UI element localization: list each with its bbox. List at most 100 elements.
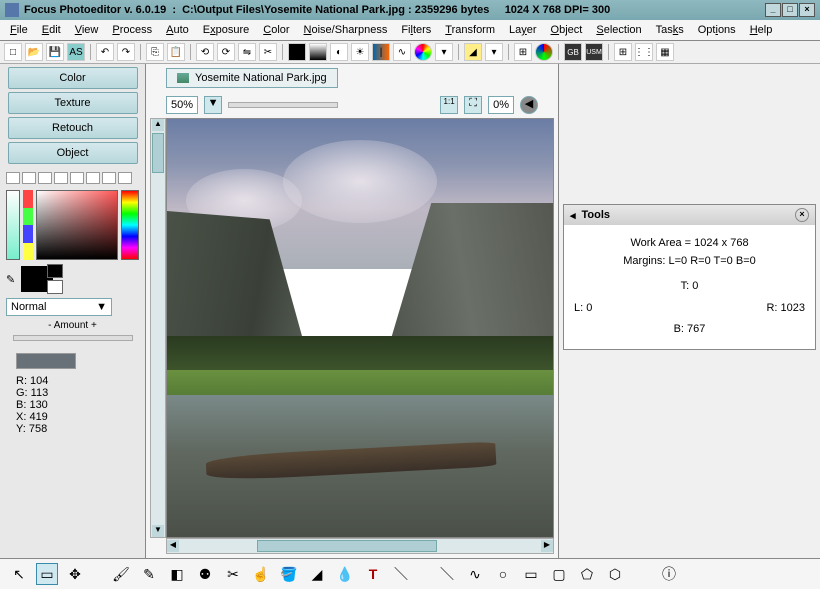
undo-icon[interactable]: ↶: [96, 43, 114, 61]
levels-icon[interactable]: |: [372, 43, 390, 61]
tools-close-button[interactable]: ×: [795, 208, 809, 222]
pointer-tool-icon[interactable]: ↖: [8, 563, 30, 585]
line-tool-icon[interactable]: ＼: [390, 563, 412, 585]
pencil-tool-icon[interactable]: ✎: [138, 563, 160, 585]
scroll-right-icon[interactable]: ▶: [541, 540, 553, 552]
image-canvas[interactable]: [166, 118, 554, 538]
gradient-tool-icon[interactable]: ◢: [306, 563, 328, 585]
rect-tool-icon[interactable]: ▭: [520, 563, 542, 585]
effect2-icon[interactable]: ▾: [485, 43, 503, 61]
menu-options[interactable]: Options: [692, 22, 742, 38]
line2-tool-icon[interactable]: ＼: [436, 563, 458, 585]
zoom-fit-icon[interactable]: ⛶: [464, 96, 482, 114]
open-icon[interactable]: 📂: [25, 43, 43, 61]
menu-noise[interactable]: Noise/Sharpness: [298, 22, 394, 38]
marquee-tool-icon[interactable]: ▭: [36, 563, 58, 585]
tab-object[interactable]: Object: [8, 142, 138, 164]
zoom-11-icon[interactable]: 1:1: [440, 96, 458, 114]
polygon-tool-icon[interactable]: ⬠: [576, 563, 598, 585]
swatch[interactable]: [38, 172, 52, 184]
saveas-icon[interactable]: AS: [67, 43, 85, 61]
swatch[interactable]: [102, 172, 116, 184]
gb-icon[interactable]: GB: [564, 43, 582, 61]
horizontal-scrollbar[interactable]: ◀ ▶: [166, 538, 554, 554]
collapse-icon[interactable]: ◂: [570, 209, 576, 222]
hscroll-thumb[interactable]: [257, 540, 437, 552]
scroll-left-icon[interactable]: ◀: [167, 540, 179, 552]
help-icon[interactable]: ⓘ: [658, 563, 680, 585]
tab-texture[interactable]: Texture: [8, 92, 138, 114]
color-picker-field[interactable]: [36, 190, 118, 260]
smudge-tool-icon[interactable]: ☝: [250, 563, 272, 585]
adjust2-icon[interactable]: ☀: [351, 43, 369, 61]
tab-retouch[interactable]: Retouch: [8, 117, 138, 139]
rotate-left-icon[interactable]: ⟲: [196, 43, 214, 61]
eyedropper-tool-icon[interactable]: 💧: [334, 563, 356, 585]
bg-white-swatch[interactable]: [47, 280, 63, 294]
cut-tool-icon[interactable]: ✂: [222, 563, 244, 585]
scroll-up-icon[interactable]: ▲: [152, 119, 164, 131]
curves-icon[interactable]: ∿: [393, 43, 411, 61]
new-icon[interactable]: □: [4, 43, 22, 61]
scroll-down-icon[interactable]: ▼: [152, 525, 164, 537]
close-button[interactable]: ×: [799, 3, 815, 17]
eyedropper-icon[interactable]: ✎: [6, 273, 15, 286]
quick-blue[interactable]: [23, 225, 33, 243]
rgb-icon[interactable]: [535, 43, 553, 61]
swatch[interactable]: [70, 172, 84, 184]
maximize-button[interactable]: □: [782, 3, 798, 17]
save-icon[interactable]: 💾: [46, 43, 64, 61]
channels-icon[interactable]: ⊞: [514, 43, 532, 61]
nav-icon[interactable]: ◀: [520, 96, 538, 114]
menu-transform[interactable]: Transform: [439, 22, 501, 38]
zoom-dropdown-arrow[interactable]: ▼: [204, 96, 222, 114]
menu-help[interactable]: Help: [744, 22, 779, 38]
curve-tool-icon[interactable]: ∿: [464, 563, 486, 585]
menu-file[interactable]: File: [4, 22, 34, 38]
roundrect-tool-icon[interactable]: ▢: [548, 563, 570, 585]
amount-slider[interactable]: [13, 335, 133, 341]
zoom-dropdown[interactable]: 50%: [166, 96, 198, 114]
usm-icon[interactable]: USM: [585, 43, 603, 61]
menu-auto[interactable]: Auto: [160, 22, 195, 38]
swatch[interactable]: [6, 172, 20, 184]
quick-green[interactable]: [23, 208, 33, 226]
redo-icon[interactable]: ↷: [117, 43, 135, 61]
menu-view[interactable]: View: [69, 22, 105, 38]
swatch[interactable]: [54, 172, 68, 184]
ellipse-tool-icon[interactable]: ○: [492, 563, 514, 585]
crop-icon[interactable]: ✂: [259, 43, 277, 61]
menu-filters[interactable]: Filters: [395, 22, 437, 38]
tab-color[interactable]: Color: [8, 67, 138, 89]
flip-icon[interactable]: ⇋: [238, 43, 256, 61]
color-wheel-icon[interactable]: [414, 43, 432, 61]
guides-icon[interactable]: ⋮⋮: [635, 43, 653, 61]
gradient-icon[interactable]: [309, 43, 327, 61]
swatch[interactable]: [22, 172, 36, 184]
document-tab[interactable]: Yosemite National Park.jpg: [166, 68, 338, 88]
eraser-tool-icon[interactable]: ◧: [166, 563, 188, 585]
text-tool-icon[interactable]: T: [362, 563, 384, 585]
clone-tool-icon[interactable]: ⚉: [194, 563, 216, 585]
menu-tasks[interactable]: Tasks: [650, 22, 690, 38]
fill-black-icon[interactable]: [288, 43, 306, 61]
menu-exposure[interactable]: Exposure: [197, 22, 255, 38]
copy-icon[interactable]: ⎘: [146, 43, 164, 61]
menu-selection[interactable]: Selection: [590, 22, 647, 38]
menu-layer[interactable]: Layer: [503, 22, 543, 38]
scroll-thumb[interactable]: [152, 133, 164, 173]
swatch[interactable]: [86, 172, 100, 184]
zoom-slider[interactable]: [228, 102, 338, 108]
menu-edit[interactable]: Edit: [36, 22, 67, 38]
star-tool-icon[interactable]: ⬡: [604, 563, 626, 585]
minimize-button[interactable]: _: [765, 3, 781, 17]
lightness-bar[interactable]: [6, 190, 20, 260]
menu-object[interactable]: Object: [545, 22, 589, 38]
move-tool-icon[interactable]: ✥: [64, 563, 86, 585]
brush-tool-icon[interactable]: 🖌: [110, 563, 132, 585]
swatch[interactable]: [118, 172, 132, 184]
paste-icon[interactable]: 📋: [167, 43, 185, 61]
menu-process[interactable]: Process: [106, 22, 158, 38]
bg-black-swatch[interactable]: [47, 264, 63, 278]
menu-color[interactable]: Color: [257, 22, 295, 38]
